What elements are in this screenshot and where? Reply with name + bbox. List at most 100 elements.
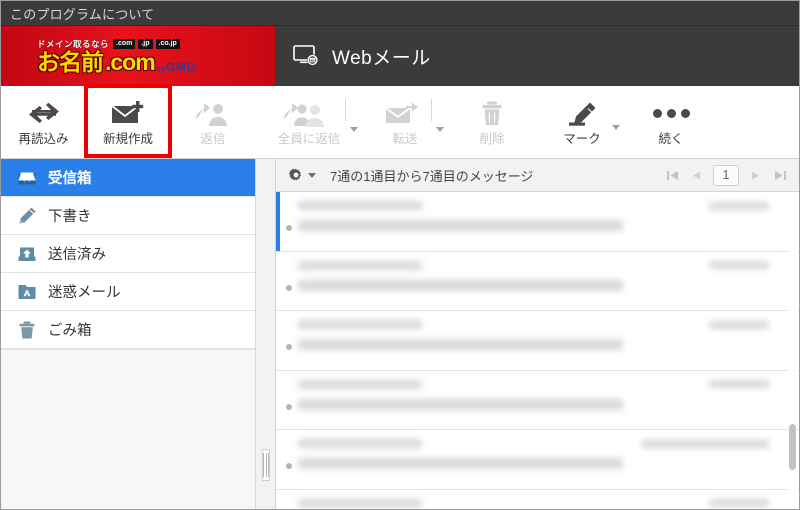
unread-dot-icon bbox=[286, 225, 292, 231]
inbox-tray-icon bbox=[17, 168, 37, 188]
row-top-line bbox=[298, 379, 769, 389]
marker-pen-icon bbox=[562, 97, 602, 131]
toolbar-label-reply-all: 全員に返信 bbox=[277, 131, 341, 146]
reply-all-people-icon bbox=[281, 97, 337, 131]
table-row[interactable] bbox=[276, 430, 799, 490]
table-row[interactable] bbox=[276, 192, 799, 252]
toolbar-label-reply: 返信 bbox=[200, 131, 226, 146]
window-title: このプログラムについて bbox=[10, 6, 155, 22]
sidebar-empty-area bbox=[1, 349, 255, 509]
toolbar-divider bbox=[431, 99, 432, 121]
sender-redacted bbox=[298, 260, 422, 270]
message-list-pane: 7通の1通目から7通目のメッセージ 1 bbox=[276, 159, 799, 509]
subject-redacted bbox=[298, 398, 623, 410]
tld-badge: .co.jp bbox=[155, 39, 180, 49]
unread-dot-icon bbox=[286, 284, 292, 291]
subject-redacted bbox=[298, 458, 623, 469]
scrollbar-thumb[interactable] bbox=[789, 424, 796, 470]
chevron-down-icon[interactable] bbox=[436, 127, 444, 132]
toolbar-label-delete: 削除 bbox=[479, 131, 505, 146]
row-top-line bbox=[298, 201, 769, 210]
toolbar-label-mark: マーク bbox=[563, 131, 601, 146]
date-redacted bbox=[709, 201, 769, 210]
monitor-mail-icon bbox=[293, 44, 321, 68]
date-redacted bbox=[709, 261, 769, 269]
toolbar-label-reload: 再読込み bbox=[18, 131, 69, 146]
tld-badge: .jp bbox=[138, 39, 153, 49]
sender-redacted bbox=[298, 439, 422, 448]
message-list-header: 7通の1通目から7通目のメッセージ 1 bbox=[276, 159, 799, 192]
sender-redacted bbox=[298, 379, 422, 389]
page-number-field[interactable]: 1 bbox=[713, 164, 739, 186]
unread-dot-icon bbox=[286, 463, 292, 469]
sidebar-item-inbox[interactable]: 受信箱 bbox=[1, 159, 255, 197]
brand-name-jp: お名前 bbox=[37, 49, 104, 75]
last-page-icon[interactable] bbox=[773, 167, 787, 183]
sidebar-label-inbox: 受信箱 bbox=[48, 171, 92, 187]
more-dots-icon bbox=[652, 97, 690, 131]
application-window: このプログラムについて ドメイン取るなら .com .jp .co.jp お名前… bbox=[0, 0, 800, 510]
row-bottom-line bbox=[298, 220, 769, 231]
splitter-grip-handle[interactable] bbox=[262, 449, 270, 481]
row-top-line bbox=[298, 320, 769, 329]
toolbar-button-reply-all[interactable]: 全員に返信 bbox=[256, 86, 362, 156]
next-page-icon[interactable] bbox=[749, 167, 763, 183]
message-rows bbox=[276, 192, 799, 509]
row-bottom-line bbox=[298, 339, 769, 350]
sidebar-item-drafts[interactable]: 下書き bbox=[1, 197, 255, 235]
chevron-down-icon bbox=[308, 172, 316, 178]
chevron-down-icon[interactable] bbox=[612, 125, 620, 130]
window-titlebar: このプログラムについて bbox=[1, 1, 799, 26]
toolbar-label-forward: 転送 bbox=[392, 131, 418, 146]
toolbar-button-forward[interactable]: 転送 bbox=[362, 86, 448, 156]
sidebar-label-trash: ごみ箱 bbox=[48, 323, 92, 339]
folder-sidebar: 受信箱 下書き 送信済み 迷惑メール ごみ箱 bbox=[1, 159, 256, 509]
pane-splitter[interactable] bbox=[256, 159, 276, 509]
sidebar-item-sent[interactable]: 送信済み bbox=[1, 235, 255, 273]
table-row[interactable] bbox=[276, 311, 799, 371]
first-page-icon[interactable] bbox=[665, 167, 679, 183]
tld-badge: .com bbox=[113, 39, 136, 49]
toolbar-button-compose[interactable]: 新規作成 bbox=[84, 84, 172, 158]
table-row[interactable] bbox=[276, 251, 799, 311]
message-count-text: 7通の1通目から7通目のメッセージ bbox=[330, 168, 534, 184]
row-bottom-line bbox=[298, 279, 769, 291]
sidebar-item-trash[interactable]: ごみ箱 bbox=[1, 311, 255, 349]
date-redacted bbox=[709, 320, 769, 329]
toolbar-button-delete[interactable]: 削除 bbox=[448, 86, 536, 156]
row-top-line bbox=[298, 439, 769, 448]
sidebar-item-spam[interactable]: 迷惑メール bbox=[1, 273, 255, 311]
list-vertical-scrollbar[interactable] bbox=[788, 192, 797, 509]
chevron-down-icon[interactable] bbox=[350, 127, 358, 132]
brand-by-text: by bbox=[156, 66, 166, 73]
sidebar-label-sent: 送信済み bbox=[48, 247, 106, 263]
table-row[interactable] bbox=[276, 370, 799, 430]
table-row[interactable] bbox=[276, 489, 799, 509]
onamae-logo[interactable]: ドメイン取るなら .com .jp .co.jp お名前 .com byGMO bbox=[1, 26, 275, 86]
toolbar-button-reload[interactable]: 再読込み bbox=[1, 86, 86, 156]
main-body: 受信箱 下書き 送信済み 迷惑メール ごみ箱 7通の1通目から7通目のメッセージ… bbox=[1, 159, 799, 509]
refresh-arrows-icon bbox=[27, 97, 61, 131]
forward-mail-icon bbox=[384, 97, 426, 131]
brand-header: ドメイン取るなら .com .jp .co.jp お名前 .com byGMO bbox=[1, 26, 799, 86]
sidebar-label-drafts: 下書き bbox=[48, 209, 92, 225]
toolbar-button-more[interactable]: 続く bbox=[628, 86, 714, 156]
app-header: Webメール bbox=[275, 26, 799, 86]
toolbar-button-reply[interactable]: 返信 bbox=[170, 86, 256, 156]
row-bottom-line bbox=[298, 458, 769, 469]
unread-dot-icon bbox=[286, 403, 292, 410]
toolbar-button-mark[interactable]: マーク bbox=[536, 86, 628, 156]
toolbar-label-compose: 新規作成 bbox=[102, 131, 153, 146]
unread-dot-icon bbox=[286, 344, 292, 350]
row-bottom-line bbox=[298, 398, 769, 410]
sender-redacted bbox=[298, 320, 422, 329]
subject-redacted bbox=[298, 279, 623, 291]
list-options-button[interactable] bbox=[288, 167, 316, 183]
brand-dotcom: .com bbox=[105, 49, 156, 75]
compose-mail-plus-icon bbox=[109, 97, 147, 131]
prev-page-icon[interactable] bbox=[689, 167, 703, 183]
trash-icon bbox=[479, 97, 505, 131]
row-top-line bbox=[298, 260, 769, 270]
pagination-controls: 1 bbox=[665, 164, 793, 186]
gear-icon bbox=[288, 167, 304, 183]
